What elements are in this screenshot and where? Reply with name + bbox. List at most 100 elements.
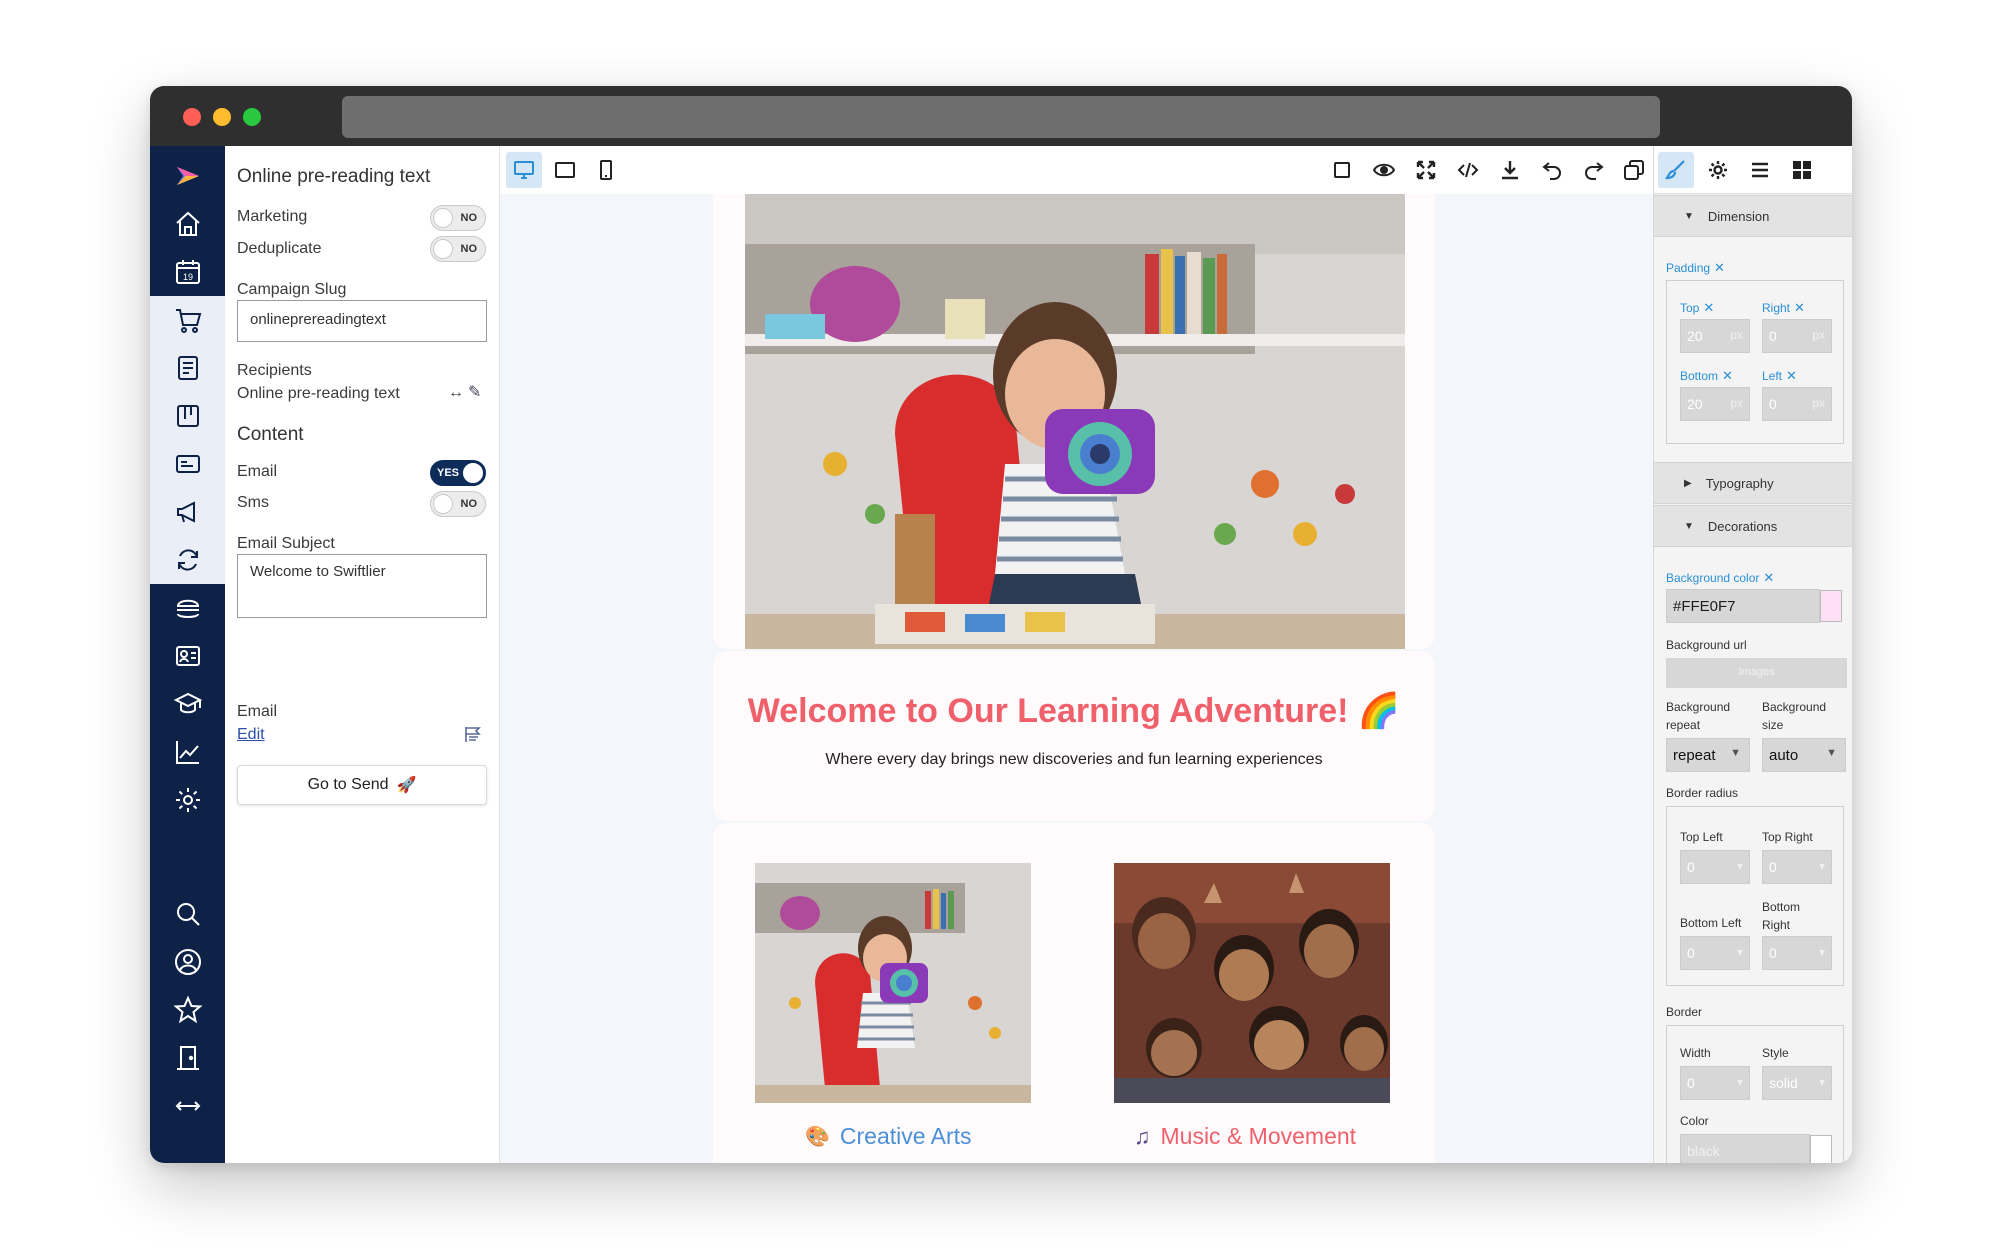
- border-style-select[interactable]: solid ▾: [1762, 1066, 1832, 1100]
- border-color-swatch[interactable]: [1810, 1135, 1832, 1163]
- home-icon[interactable]: [150, 200, 225, 248]
- marketing-toggle[interactable]: NO: [430, 205, 486, 231]
- unit-select[interactable]: ▾: [1737, 1075, 1743, 1091]
- unit-select[interactable]: ▾: [1819, 945, 1825, 961]
- hero-section[interactable]: [713, 194, 1435, 649]
- clear-icon[interactable]: ✕: [1722, 368, 1733, 383]
- brush-icon[interactable]: [1658, 152, 1694, 188]
- square-icon[interactable]: [1324, 152, 1360, 188]
- unit-select[interactable]: px: [1812, 328, 1825, 344]
- bg-color-swatch[interactable]: [1820, 590, 1842, 622]
- unit-select[interactable]: px: [1730, 328, 1743, 344]
- padding-top-input[interactable]: 20 px: [1680, 319, 1750, 353]
- bg-color-input[interactable]: #FFE0F7: [1666, 589, 1820, 623]
- clear-icon[interactable]: ✕: [1794, 300, 1805, 315]
- clear-icon[interactable]: ✕: [1763, 570, 1774, 585]
- minimize-window-button[interactable]: [213, 108, 231, 126]
- padding-right-label: Right ✕: [1762, 300, 1805, 316]
- typography-heading: Typography: [1705, 475, 1774, 491]
- radius-top-left-input[interactable]: 0 ▾: [1680, 850, 1750, 884]
- creative-arts-image[interactable]: [755, 863, 1031, 1103]
- music-movement-image[interactable]: [1114, 863, 1390, 1103]
- dimension-section-toggle[interactable]: ▼ Dimension: [1654, 195, 1852, 237]
- clear-icon[interactable]: ✕: [1703, 300, 1714, 315]
- border-width-input[interactable]: 0 ▾: [1680, 1066, 1750, 1100]
- search-icon[interactable]: [150, 890, 225, 938]
- unit-select[interactable]: ▾: [1737, 859, 1743, 875]
- decorations-section-toggle[interactable]: ▼ Decorations: [1654, 505, 1852, 547]
- code-icon[interactable]: [1450, 152, 1486, 188]
- images-button[interactable]: Images: [1666, 658, 1847, 688]
- title-section[interactable]: Welcome to Our Learning Adventure! 🌈 Whe…: [713, 651, 1435, 821]
- download-icon[interactable]: [1492, 152, 1528, 188]
- cart-icon[interactable]: [150, 296, 225, 344]
- user-icon[interactable]: [150, 938, 225, 986]
- bg-size-select[interactable]: auto ▼: [1762, 738, 1846, 772]
- template-icon[interactable]: [463, 724, 483, 749]
- email-subtitle[interactable]: Where every day brings new discoveries a…: [713, 751, 1435, 769]
- deduplicate-toggle[interactable]: NO: [430, 236, 486, 262]
- maximize-window-button[interactable]: [243, 108, 261, 126]
- email-title[interactable]: Welcome to Our Learning Adventure! 🌈: [713, 691, 1435, 731]
- form-icon[interactable]: [150, 344, 225, 392]
- address-bar[interactable]: [342, 96, 1660, 138]
- radius-bottom-left-input[interactable]: 0 ▾: [1680, 936, 1750, 970]
- border-color-input[interactable]: black: [1680, 1134, 1810, 1163]
- eye-icon[interactable]: [1366, 152, 1402, 188]
- redo-icon[interactable]: [1576, 152, 1612, 188]
- id-card-icon[interactable]: [150, 440, 225, 488]
- padding-right-input[interactable]: 0 px: [1762, 319, 1832, 353]
- close-window-button[interactable]: [183, 108, 201, 126]
- tablet-icon[interactable]: [547, 152, 583, 188]
- creative-arts-heading[interactable]: 🎨 Creative Arts: [805, 1123, 972, 1150]
- radius-top-right-input[interactable]: 0 ▾: [1762, 850, 1832, 884]
- mobile-icon[interactable]: [588, 152, 624, 188]
- graduation-cap-icon[interactable]: [150, 680, 225, 728]
- campaign-slug-input[interactable]: onlineprereadingtext: [237, 300, 487, 342]
- copy-icon[interactable]: [1616, 152, 1652, 188]
- resize-icon[interactable]: [150, 1082, 225, 1130]
- unit-select[interactable]: px: [1730, 396, 1743, 412]
- padding-left-input[interactable]: 0 px: [1762, 387, 1832, 421]
- logo-icon[interactable]: [150, 152, 225, 200]
- star-icon[interactable]: [150, 986, 225, 1034]
- pencil-icon[interactable]: ✎: [468, 382, 481, 402]
- hero-image[interactable]: [745, 194, 1405, 649]
- settings-gear-icon[interactable]: [1700, 152, 1736, 188]
- border-color-value: black: [1687, 1143, 1720, 1159]
- fullscreen-icon[interactable]: [1408, 152, 1444, 188]
- radius-bottom-right-input[interactable]: 0 ▾: [1762, 936, 1832, 970]
- megaphone-icon[interactable]: [150, 488, 225, 536]
- unit-select[interactable]: ▾: [1819, 859, 1825, 875]
- layers-icon[interactable]: [1742, 152, 1778, 188]
- calendar-icon[interactable]: 19: [150, 248, 225, 296]
- gear-icon[interactable]: [150, 776, 225, 824]
- bg-repeat-select[interactable]: repeat ▼: [1666, 738, 1750, 772]
- unit-select[interactable]: px: [1812, 396, 1825, 412]
- desktop-icon[interactable]: [506, 152, 542, 188]
- sms-toggle[interactable]: NO: [430, 491, 486, 517]
- blocks-icon[interactable]: [1784, 152, 1820, 188]
- typography-section-toggle[interactable]: ▶ Typography: [1654, 462, 1852, 504]
- clear-icon[interactable]: ✕: [1786, 368, 1797, 383]
- email-toggle[interactable]: YES: [430, 460, 486, 486]
- padding-label[interactable]: Padding ✕: [1666, 260, 1725, 276]
- contact-card-icon[interactable]: [150, 632, 225, 680]
- subject-label: Email Subject: [237, 535, 335, 552]
- door-icon[interactable]: [150, 1034, 225, 1082]
- two-column-section[interactable]: 🎨 Creative Arts ♫ Music & Movement: [713, 823, 1435, 1163]
- burger-icon[interactable]: [150, 584, 225, 632]
- undo-icon[interactable]: [1534, 152, 1570, 188]
- unit-select[interactable]: ▾: [1737, 945, 1743, 961]
- padding-bottom-label-text: Bottom: [1680, 369, 1719, 383]
- go-to-send-button[interactable]: Go to Send 🚀: [237, 765, 487, 805]
- refresh-icon[interactable]: [150, 536, 225, 584]
- padding-bottom-input[interactable]: 20 px: [1680, 387, 1750, 421]
- swap-icon[interactable]: ↔: [448, 384, 464, 402]
- edit-email-link[interactable]: Edit: [237, 726, 265, 744]
- music-movement-heading[interactable]: ♫ Music & Movement: [1134, 1123, 1356, 1150]
- clear-icon[interactable]: ✕: [1714, 260, 1725, 275]
- chart-line-icon[interactable]: [150, 728, 225, 776]
- email-subject-textarea[interactable]: Welcome to Swiftlier: [237, 554, 487, 618]
- board-icon[interactable]: [150, 392, 225, 440]
